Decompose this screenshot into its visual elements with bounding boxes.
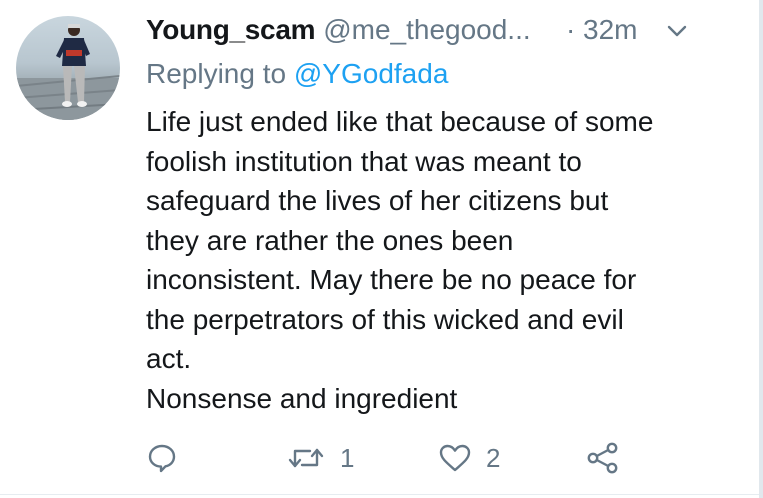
tweet-text-line: foolish institution that was meant to bbox=[146, 145, 582, 177]
separator-dot: · bbox=[566, 14, 576, 45]
replying-to: Replying to @YGodfada bbox=[146, 56, 448, 92]
reply-mention-link[interactable]: @YGodfada bbox=[294, 58, 449, 89]
tweet-actions: 1 2 bbox=[0, 438, 763, 478]
heart-icon bbox=[439, 444, 471, 472]
user-handle[interactable]: @me_thegood... bbox=[323, 14, 530, 45]
replying-to-label: Replying to bbox=[146, 58, 294, 89]
tweet-text-line: Nonsense and ingredient bbox=[146, 382, 458, 414]
like-count: 2 bbox=[486, 442, 501, 473]
retweet-count: 1 bbox=[340, 442, 355, 473]
display-name[interactable]: Young_scam bbox=[146, 14, 316, 45]
tweet-text: Life just ended like that because of som… bbox=[146, 102, 736, 418]
reply-icon bbox=[148, 444, 176, 473]
chevron-down-icon[interactable] bbox=[666, 22, 688, 40]
tweet[interactable]: Young_scam @me_thegood... · 32m Replying … bbox=[0, 0, 763, 498]
share-icon bbox=[587, 442, 618, 474]
tweet-text-line: act. bbox=[146, 343, 192, 374]
tweet-text-line: safeguard the lives of her citizens but bbox=[146, 185, 609, 216]
reply-button[interactable] bbox=[146, 438, 178, 478]
retweet-icon bbox=[288, 448, 324, 468]
user-avatar-photo bbox=[16, 24, 120, 120]
share-button[interactable] bbox=[585, 438, 621, 478]
avatar[interactable] bbox=[16, 16, 120, 120]
like-button[interactable]: 2 bbox=[438, 438, 500, 478]
timestamp[interactable]: 32m bbox=[583, 12, 637, 48]
scroll-edge bbox=[759, 0, 763, 498]
tweet-text-line: Life just ended like that because of som… bbox=[146, 106, 654, 137]
retweet-button[interactable]: 1 bbox=[286, 438, 354, 478]
tweet-text-line: inconsistent. May there be no peace for bbox=[146, 264, 637, 295]
tweet-text-line: the perpetrators of this wicked and evil bbox=[146, 303, 624, 335]
tweet-text-line: they are rather the ones been bbox=[146, 224, 514, 256]
tweet-divider bbox=[0, 494, 763, 495]
tweet-header: Young_scam @me_thegood... · 32m bbox=[146, 12, 746, 48]
